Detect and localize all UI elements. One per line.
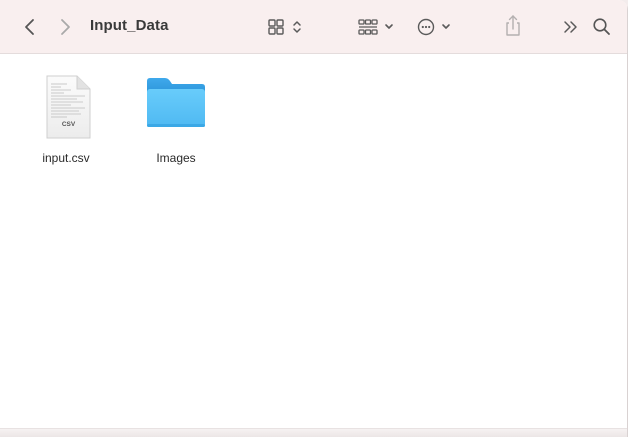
double-chevron-icon	[564, 21, 577, 33]
grid-view-icon	[268, 19, 284, 35]
file-name-label: input.csv	[42, 151, 90, 165]
folder-icon	[141, 71, 211, 141]
share-button[interactable]	[500, 12, 526, 40]
action-button[interactable]	[415, 14, 457, 40]
file-browser: CSV input.csv Images	[0, 55, 628, 437]
search-icon	[593, 18, 610, 35]
chevron-down-icon	[385, 24, 393, 29]
chevron-right-icon	[61, 19, 70, 35]
file-item-input-csv[interactable]: CSV input.csv	[21, 71, 111, 165]
csv-badge: CSV	[62, 121, 76, 128]
chevron-left-icon	[25, 19, 34, 35]
window-bottom-edge	[0, 428, 628, 437]
folder-name-label: Images	[156, 151, 196, 165]
more-toolbar-button[interactable]	[559, 14, 583, 40]
group-button[interactable]	[355, 14, 397, 40]
group-icon	[358, 19, 378, 35]
view-switcher[interactable]	[265, 14, 307, 40]
ellipsis-circle-icon	[417, 18, 435, 36]
share-icon	[506, 15, 520, 36]
forward-button[interactable]	[53, 15, 77, 39]
chevron-down-icon	[442, 24, 450, 29]
back-button[interactable]	[18, 15, 42, 39]
up-down-chevron-icon	[293, 21, 301, 33]
csv-file-icon: CSV	[31, 71, 101, 141]
search-button[interactable]	[589, 14, 615, 40]
window-title: Input_Data	[90, 17, 169, 34]
folder-item-images[interactable]: Images	[131, 71, 221, 165]
toolbar: Input_Data	[0, 0, 628, 54]
finder-window: Input_Data CSV input.csv Images	[0, 0, 628, 437]
